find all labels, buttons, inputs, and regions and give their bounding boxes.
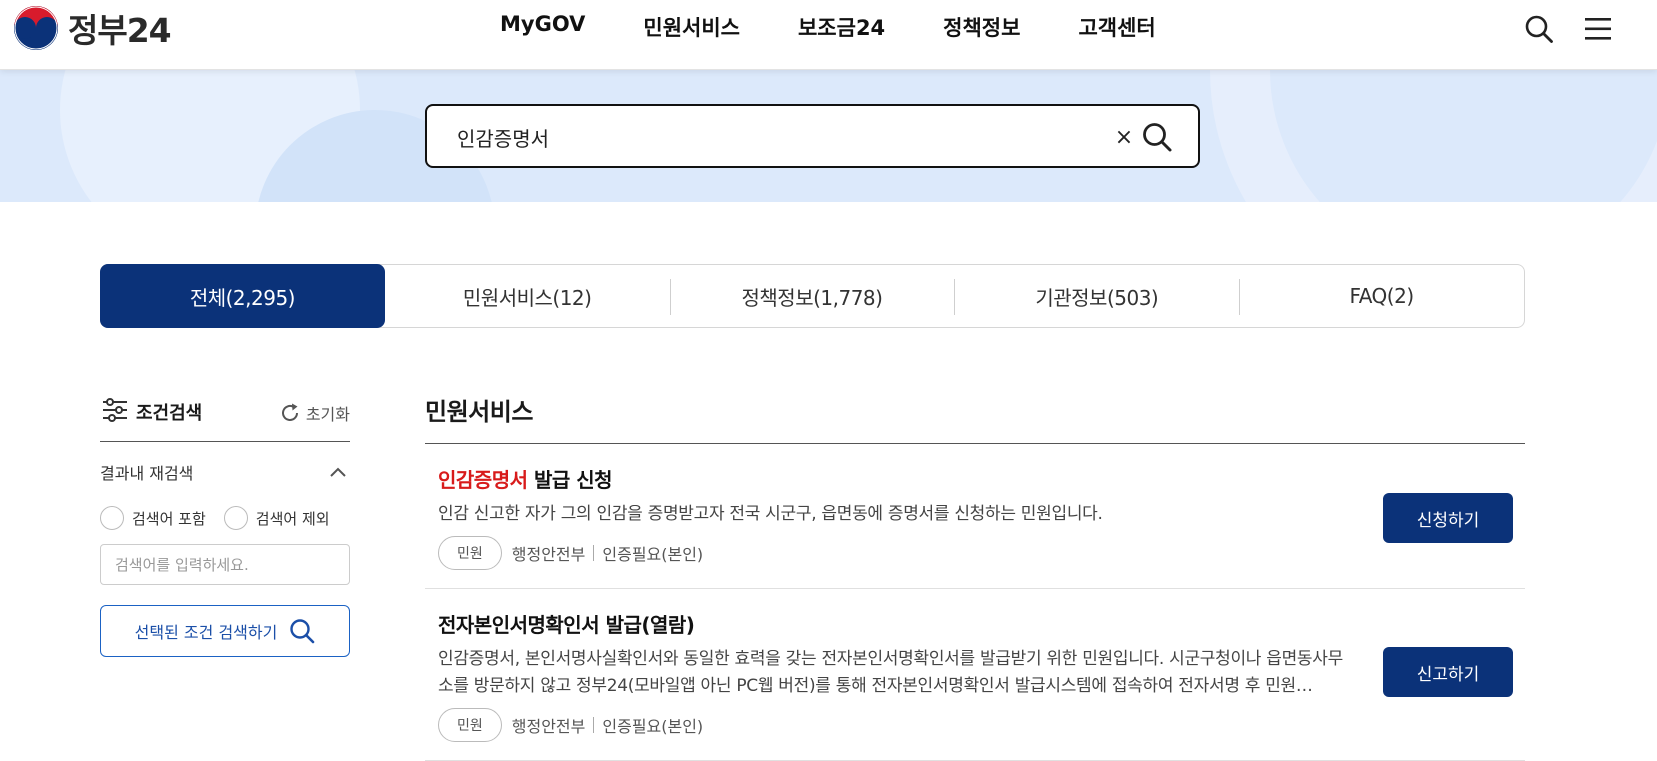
item-meta: 민원 행정안전부 인증필요(본인) [438,536,1525,570]
refine-search-label: 결과내 재검색 [100,464,194,483]
category-badge: 민원 [438,708,502,742]
auth-requirement: 인증필요(본인) [602,545,704,564]
nav-mygov[interactable]: MyGOV [500,12,585,42]
auth-requirement: 인증필요(본인) [602,717,704,736]
highlight-keyword: 인감증명서 [438,468,528,492]
site-logo[interactable]: 정부24 [12,2,172,54]
filter-button-label: 선택된 조건 검색하기 [134,623,278,642]
radio-exclude-label: 검색어 제외 [255,509,330,528]
list-item: 전자본인서명확인서 발급(열람) 인감증명서, 본인서명사실확인서와 동일한 효… [425,589,1525,761]
condition-filter-panel: 조건검색 초기화 결과내 재검색 검색어 포함 검색어 제외 검색어를 입력하세… [100,395,350,657]
item-description: 인감증명서, 본인서명사실확인서와 동일한 효력을 갖는 전자본인서명확인서를 … [438,649,1343,696]
reset-label: 초기화 [305,405,350,424]
item-title[interactable]: 인감증명서 발급 신청 [438,464,1525,493]
section-title: 민원서비스 [425,392,1525,444]
nav-customer-center[interactable]: 고객센터 [1078,12,1155,42]
tab-all[interactable]: 전체(2,295) [100,264,385,328]
reset-button[interactable]: 초기화 [280,401,350,425]
item-title[interactable]: 전자본인서명확인서 발급(열람) [438,609,1525,638]
tab-civil-service[interactable]: 민원서비스(12) [385,265,670,327]
filter-title: 조건검색 [136,403,203,424]
main-search-box: × [425,104,1200,168]
taegeuk-logo-icon [14,6,58,50]
refine-keyword-input[interactable]: 검색어를 입력하세요. [100,544,350,585]
divider [593,545,595,561]
result-tabs: 전체(2,295) 민원서비스(12) 정책정보(1,778) 기관정보(503… [100,264,1525,328]
list-item: 인감증명서 발급 신청 인감 신고한 자가 그의 인감을 증명받고자 전국 시군… [425,444,1525,589]
item-title-rest: 발급 신청 [527,468,613,492]
agency-name: 행정안전부 [511,717,586,736]
main-nav: MyGOV 민원서비스 보조금24 정책정보 고객센터 [500,12,1214,42]
nav-subsidy24[interactable]: 보조금24 [798,12,885,42]
site-header: 정부24 MyGOV 민원서비스 보조금24 정책정보 고객센터 [0,0,1657,70]
hero-decoration [1210,70,1657,202]
search-selected-conditions-button[interactable]: 선택된 조건 검색하기 [100,605,350,657]
apply-button[interactable]: 신청하기 [1383,493,1513,543]
tab-faq[interactable]: FAQ(2) [1239,265,1524,327]
radio-circle[interactable] [223,506,248,530]
hamburger-menu-icon[interactable] [1581,12,1615,46]
divider [593,717,595,733]
search-hero: × [0,70,1657,202]
report-button[interactable]: 신고하기 [1383,647,1513,697]
keyword-mode-radios: 검색어 포함 검색어 제외 [100,506,350,530]
clear-search-icon[interactable]: × [1109,122,1139,152]
header-search-icon[interactable] [1522,12,1556,46]
results-section: 민원서비스 인감증명서 발급 신청 인감 신고한 자가 그의 인감을 증명받고자… [425,392,1525,761]
tab-agency-info[interactable]: 기관정보(503) [954,265,1239,327]
nav-policy-info[interactable]: 정책정보 [943,12,1020,42]
nav-civil-service[interactable]: 민원서비스 [643,12,740,42]
search-submit-icon[interactable] [1137,118,1177,156]
chevron-up-icon [330,467,346,477]
radio-include-keyword[interactable]: 검색어 포함 [100,506,206,530]
search-input[interactable] [457,120,1097,154]
logo-text: 정부24 [68,11,172,50]
radio-include-label: 검색어 포함 [132,509,206,528]
item-description: 인감 신고한 자가 그의 인감을 증명받고자 전국 시군구, 읍면동에 증명서를… [438,504,1103,524]
filter-sliders-icon [102,398,128,426]
agency-name: 행정안전부 [511,545,586,564]
tab-policy-info[interactable]: 정책정보(1,778) [669,265,955,327]
radio-exclude-keyword[interactable]: 검색어 제외 [223,506,330,530]
radio-circle[interactable] [100,506,124,530]
search-icon [290,619,315,644]
item-meta: 민원 행정안전부 인증필요(본인) [438,708,1525,742]
refresh-icon [281,403,298,421]
category-badge: 민원 [438,536,502,570]
refine-search-toggle[interactable]: 결과내 재검색 [100,460,350,484]
filter-header: 조건검색 초기화 [100,395,350,442]
